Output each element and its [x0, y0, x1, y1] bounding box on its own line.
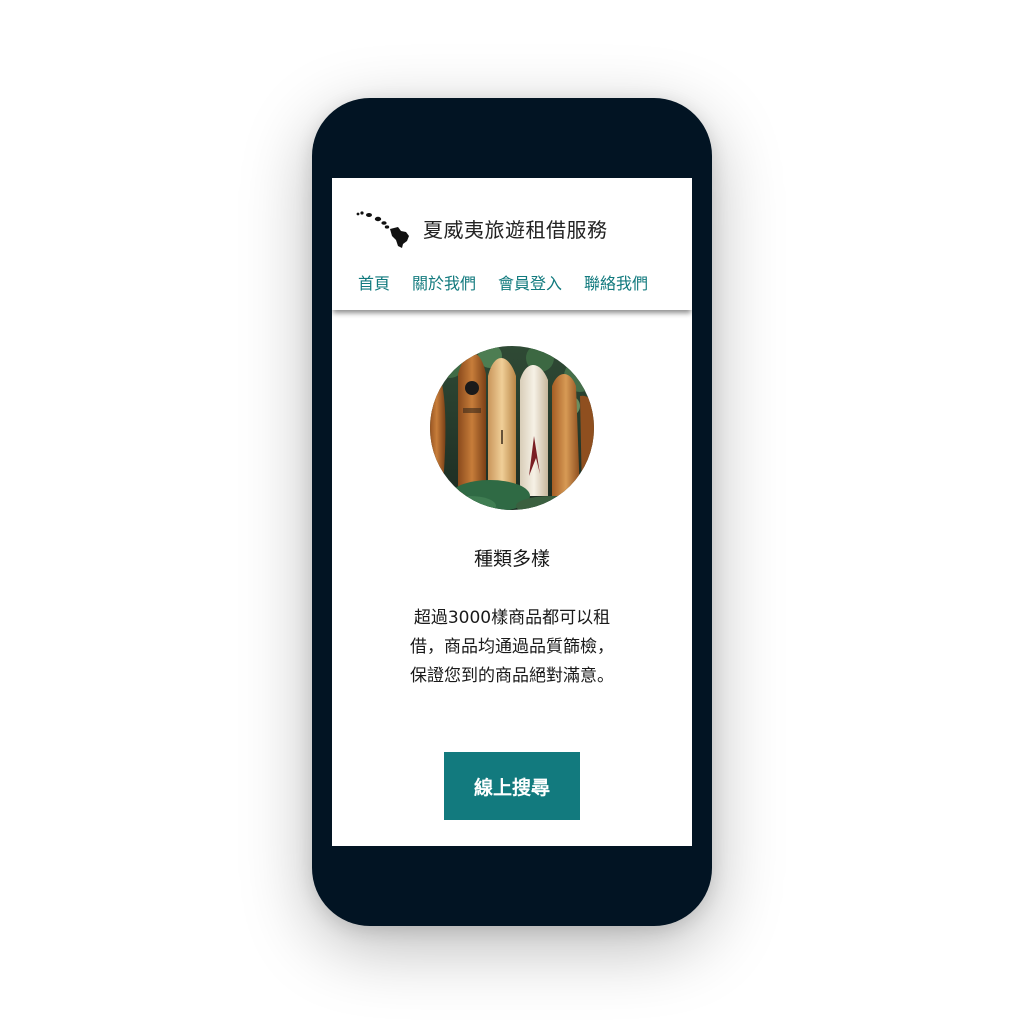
online-search-button[interactable]: 線上搜尋	[444, 752, 580, 820]
feature-description: 超過3000樣商品都可以租借，商品均通過品質篩檢，保證您到的商品絕對滿意。	[410, 608, 614, 686]
main-nav: 首頁 關於我們 會員登入 聯絡我們	[358, 270, 648, 294]
hawaii-islands-icon	[356, 211, 409, 248]
brand[interactable]: 夏威夷旅遊租借服務	[354, 206, 608, 250]
surfboards-photo	[430, 346, 594, 510]
phone-frame: 夏威夷旅遊租借服務 首頁 關於我們 會員登入 聯絡我們 種類多樣 超過3000樣…	[312, 98, 712, 926]
site-header: 夏威夷旅遊租借服務 首頁 關於我們 會員登入 聯絡我們	[332, 178, 692, 310]
nav-home[interactable]: 首頁	[358, 270, 390, 294]
nav-login[interactable]: 會員登入	[498, 270, 562, 294]
phone-screen: 夏威夷旅遊租借服務 首頁 關於我們 會員登入 聯絡我們 種類多樣 超過3000樣…	[332, 178, 692, 846]
site-title: 夏威夷旅遊租借服務	[423, 217, 608, 242]
nav-about[interactable]: 關於我們	[412, 270, 476, 294]
feature-title: 種類多樣	[473, 548, 550, 570]
nav-contact[interactable]: 聯絡我們	[584, 270, 648, 294]
